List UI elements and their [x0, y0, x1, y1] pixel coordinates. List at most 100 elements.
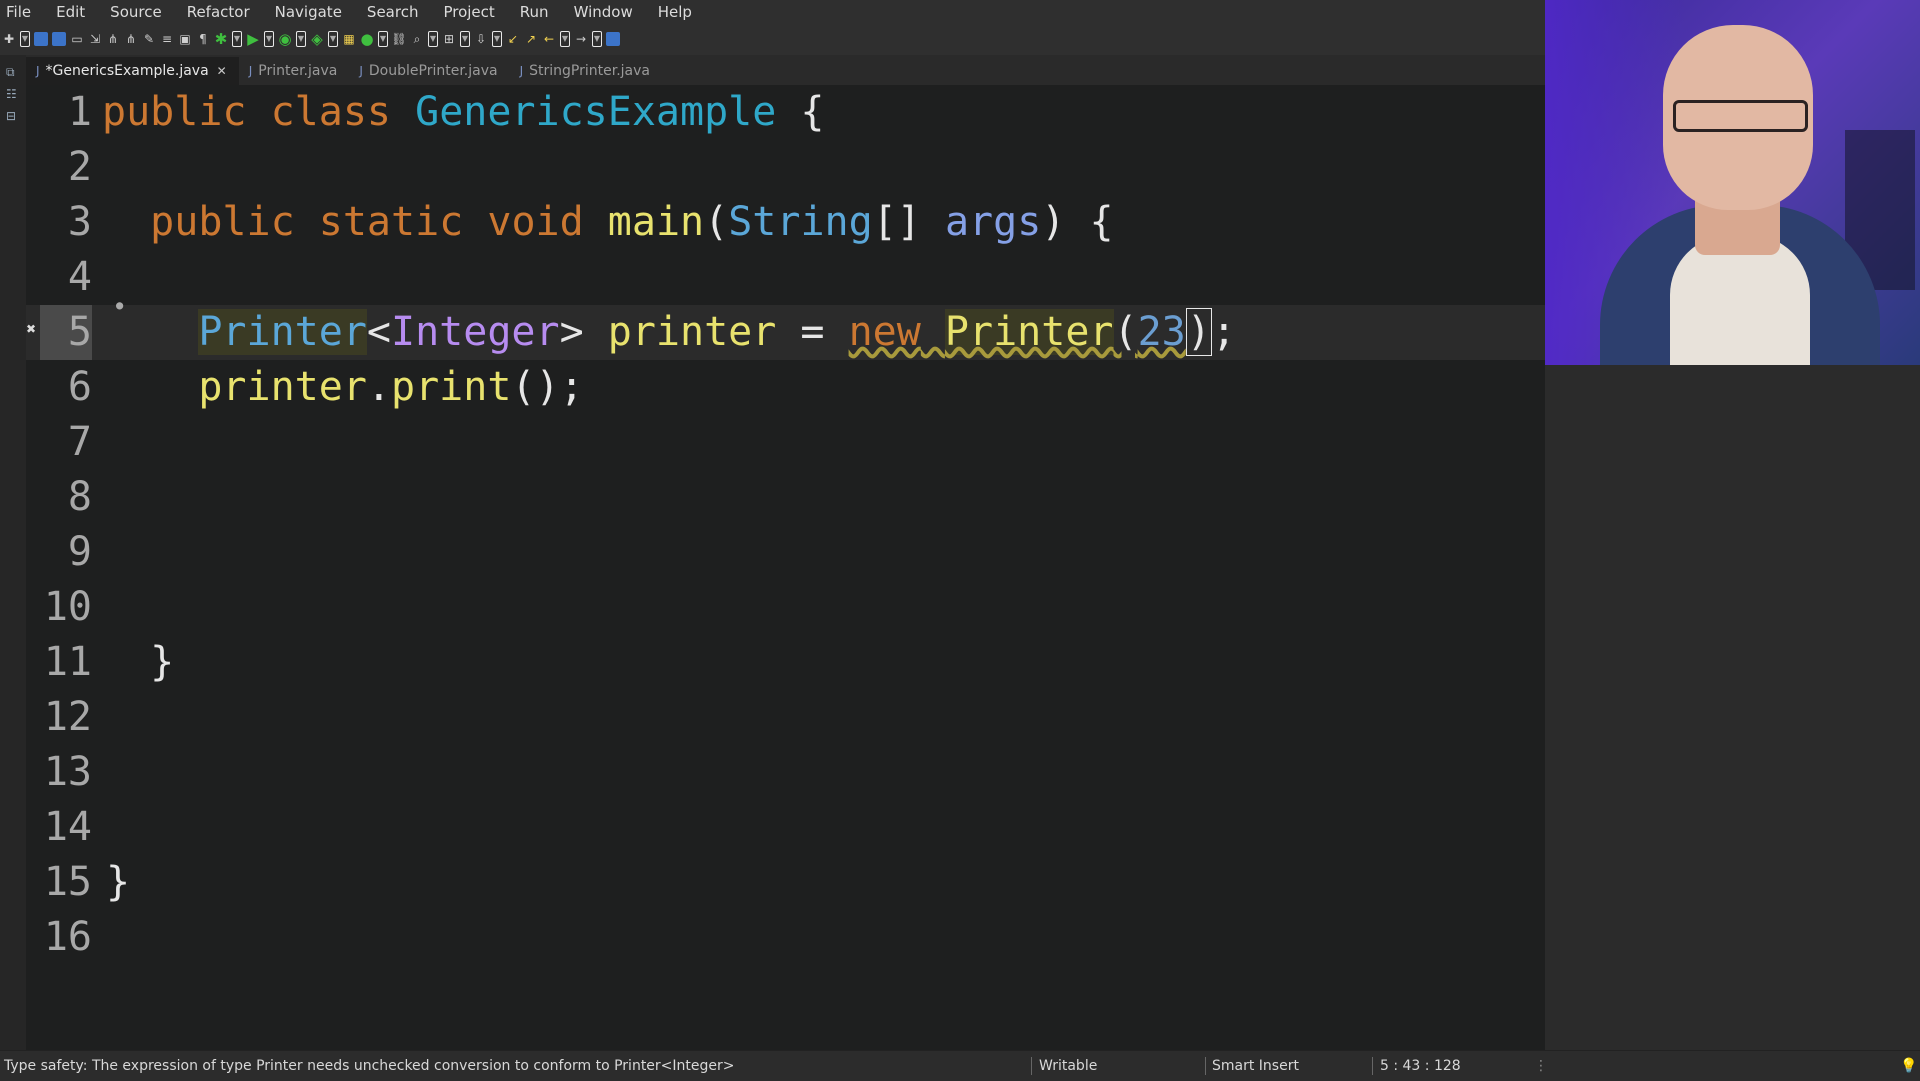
code-line[interactable]: 8	[26, 470, 1545, 525]
text-cursor: )	[1185, 308, 1212, 356]
menu-file[interactable]: File	[6, 3, 31, 21]
lightbulb-icon[interactable]: 💡	[1900, 1058, 1917, 1074]
status-insert-mode[interactable]: Smart Insert	[1212, 1058, 1299, 1074]
code-text[interactable]: printer.print();	[102, 360, 583, 415]
run-icon[interactable]: ▶	[246, 32, 260, 47]
code-line[interactable]: 9	[26, 525, 1545, 580]
prev-annotation-icon[interactable]: ⇩	[474, 32, 488, 46]
forward-icon[interactable]: →	[574, 32, 588, 46]
perspective-icon[interactable]	[606, 32, 620, 46]
word-wrap-icon[interactable]: ≡	[160, 32, 174, 46]
line-number: 13	[43, 749, 92, 795]
line-number: 8	[67, 474, 92, 520]
webcam-overlay	[1545, 0, 1920, 365]
menu-run[interactable]: Run	[520, 3, 549, 21]
warning-marker-icon[interactable]: ✖	[26, 322, 36, 336]
close-icon[interactable]: ✕	[217, 64, 227, 78]
save-icon[interactable]	[34, 32, 48, 46]
menu-bar: File Edit Source Refactor Navigate Searc…	[0, 0, 1545, 23]
code-line[interactable]: 7	[26, 415, 1545, 470]
menu-refactor[interactable]: Refactor	[187, 3, 250, 21]
tab-label: DoublePrinter.java	[368, 63, 498, 79]
hierarchy-2-icon[interactable]: ⋔	[124, 32, 138, 46]
code-line[interactable]: 12	[26, 690, 1545, 745]
outline-icon[interactable]: ⊟	[6, 109, 19, 123]
code-line[interactable]: 1 public class GenericsExample {	[26, 85, 1545, 140]
search-icon[interactable]: ⌕	[410, 32, 424, 46]
code-line[interactable]: 10	[26, 580, 1545, 635]
tab-label: *GenericsExample.java	[45, 63, 209, 79]
status-divider	[1372, 1057, 1373, 1075]
code-line[interactable]: 2	[26, 140, 1545, 195]
coverage-icon[interactable]: ◉	[278, 32, 292, 47]
print-icon[interactable]: ▭	[70, 32, 84, 46]
show-whitespace-icon[interactable]: ¶	[196, 32, 210, 46]
toggle-breadcrumb-icon[interactable]: ⇲	[88, 32, 102, 46]
code-text[interactable]: public static void main(String[] args) {	[102, 195, 1113, 250]
block-selection-icon[interactable]: ▣	[178, 32, 192, 46]
chevron-down-icon[interactable]: ▼	[296, 31, 306, 47]
menu-search[interactable]: Search	[367, 3, 419, 21]
code-line[interactable]: 13	[26, 745, 1545, 800]
status-cursor-position[interactable]: 5 : 43 : 128	[1380, 1058, 1461, 1074]
menu-navigate[interactable]: Navigate	[275, 3, 342, 21]
last-edit-icon[interactable]: ↙	[506, 32, 520, 46]
code-text[interactable]: }	[102, 635, 174, 690]
chevron-down-icon[interactable]: ▼	[460, 31, 470, 47]
code-text[interactable]: public class GenericsExample {	[102, 85, 825, 140]
tab-printer[interactable]: J Printer.java	[239, 57, 350, 85]
tab-label: StringPrinter.java	[529, 63, 650, 79]
menu-help[interactable]: Help	[658, 3, 692, 21]
line-number: 7	[67, 419, 92, 465]
java-file-icon: J	[519, 64, 524, 78]
annotation-icon[interactable]: ⊞	[442, 32, 456, 46]
menu-window[interactable]: Window	[574, 3, 633, 21]
new-package-icon[interactable]: ▦	[342, 32, 356, 46]
minimized-views-strip: ⧉ ☷ ⊟	[0, 55, 27, 1050]
chevron-down-icon[interactable]: ▼	[20, 31, 30, 47]
restore-icon[interactable]: ⧉	[6, 65, 19, 79]
new-class-icon[interactable]: ●	[360, 32, 374, 47]
chevron-down-icon[interactable]: ▼	[428, 31, 438, 47]
chevron-down-icon[interactable]: ▼	[560, 31, 570, 47]
code-line[interactable]: 6 printer.print();	[26, 360, 1545, 415]
chevron-down-icon[interactable]: ▼	[492, 31, 502, 47]
menu-project[interactable]: Project	[443, 3, 494, 21]
new-file-icon[interactable]: ✚	[2, 32, 16, 46]
open-type-icon[interactable]: ⛓	[391, 32, 406, 46]
save-all-icon[interactable]	[52, 32, 66, 46]
tab-string-printer[interactable]: J StringPrinter.java	[510, 57, 662, 85]
hierarchy-icon[interactable]: ⋔	[106, 32, 120, 46]
line-number: 1	[67, 89, 92, 135]
tab-generics-example[interactable]: J *GenericsExample.java ✕	[26, 57, 239, 85]
code-text[interactable]: }	[106, 855, 130, 910]
line-number: 16	[43, 914, 92, 960]
chevron-down-icon[interactable]: ▼	[378, 31, 388, 47]
code-text[interactable]: Printer<Integer> printer = new Printer(2…	[102, 305, 1236, 360]
chevron-down-icon[interactable]: ▼	[328, 31, 338, 47]
code-line[interactable]: 16	[26, 910, 1545, 965]
status-message: Type safety: The expression of type Prin…	[4, 1058, 735, 1074]
code-line[interactable]: 4	[26, 250, 1545, 305]
chevron-down-icon[interactable]: ▼	[592, 31, 602, 47]
code-line[interactable]: 15 }	[26, 855, 1545, 910]
package-explorer-icon[interactable]: ☷	[6, 87, 19, 101]
fold-icon[interactable]: ●	[116, 298, 123, 312]
next-edit-icon[interactable]: ↗	[524, 32, 538, 46]
external-tools-icon[interactable]: ◈	[310, 32, 324, 47]
code-editor[interactable]: 1 public class GenericsExample { 2 3 pub…	[26, 85, 1545, 1050]
menu-source[interactable]: Source	[110, 3, 162, 21]
code-line[interactable]: 14	[26, 800, 1545, 855]
menu-edit[interactable]: Edit	[56, 3, 85, 21]
code-line[interactable]: 3 public static void main(String[] args)…	[26, 195, 1545, 250]
mark-occurrences-icon[interactable]: ✎	[142, 32, 156, 46]
tab-double-printer[interactable]: J DoublePrinter.java	[349, 57, 509, 85]
tab-label: Printer.java	[258, 63, 338, 79]
current-code-line[interactable]: 5 Printer<Integer> printer = new Printer…	[26, 305, 1545, 360]
code-line[interactable]: 11 }	[26, 635, 1545, 690]
back-icon[interactable]: ←	[542, 32, 556, 46]
chevron-down-icon[interactable]: ▼	[264, 31, 274, 47]
line-number: 14	[43, 804, 92, 850]
chevron-down-icon[interactable]: ▼	[232, 31, 242, 47]
debug-icon[interactable]: ✱	[214, 32, 228, 47]
